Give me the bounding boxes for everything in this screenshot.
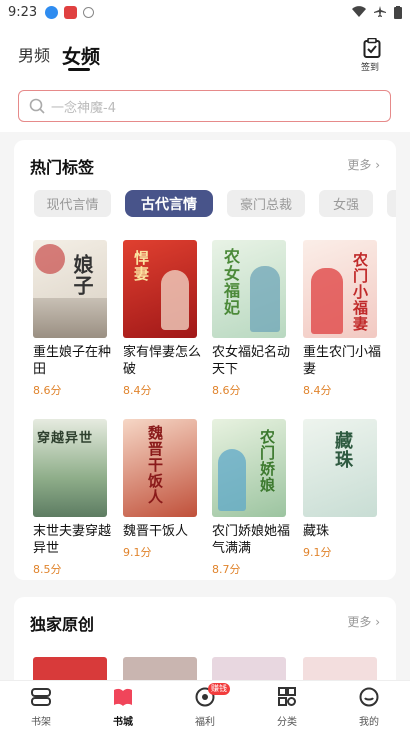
book-card[interactable]: 穿越异世 末世夫妻穿越异世 8.5分 — [33, 419, 113, 577]
search-placeholder: 一念神魔-4 — [51, 100, 116, 116]
book-title: 重生娘子在种田 — [33, 345, 112, 377]
app-notification-icon — [64, 5, 78, 19]
book-title: 末世夫妻穿越异世 — [33, 524, 112, 556]
book-cover: 悍妻 — [123, 240, 197, 338]
airplane-icon — [374, 6, 386, 17]
chip-partial[interactable] — [387, 190, 396, 217]
book-card[interactable]: 悍妻 家有悍妻怎么破 8.4分 — [123, 240, 203, 398]
wifi-icon — [352, 6, 366, 18]
chip-strong-female[interactable]: 女强 — [319, 190, 373, 217]
book-score: 8.4分 — [123, 384, 152, 397]
nav-bookstore[interactable]: 书城 — [82, 681, 164, 729]
tab-female[interactable]: 女频 — [62, 42, 100, 69]
tab-male[interactable]: 男频 — [18, 42, 50, 66]
bookshelf-icon — [31, 688, 51, 706]
book-cover: 藏珠 — [303, 419, 377, 517]
nav-bookshelf[interactable]: 书架 — [0, 681, 82, 729]
book-cover: 娘子 — [33, 240, 107, 338]
search-icon — [29, 98, 45, 114]
tab-active-indicator — [68, 68, 90, 71]
book-score: 9.1分 — [123, 546, 152, 559]
book-cover: 穿越异世 — [33, 419, 107, 517]
book-score: 9.1分 — [303, 546, 332, 559]
book-title: 魏晋干饭人 — [123, 524, 189, 539]
profile-icon — [359, 687, 379, 707]
battery-icon — [394, 5, 402, 19]
book-score: 8.5分 — [33, 563, 62, 576]
book-card[interactable]: 魏晋干饭人 魏晋干饭人 9.1分 — [123, 419, 203, 560]
nav-label: 福利 — [195, 717, 215, 728]
chip-modern-romance[interactable]: 现代言情 — [34, 190, 111, 217]
section-title: 独家原创 — [30, 615, 95, 634]
nav-label: 书城 — [113, 717, 133, 728]
search-area: 一念神魔-4 — [0, 84, 410, 132]
nav-profile[interactable]: 我的 — [328, 681, 410, 729]
book-card[interactable]: 农门小福妻 重生农门小福妻 8.4分 — [303, 240, 383, 398]
book-card[interactable]: 农女福妃 农女福妃名动天下 8.6分 — [212, 240, 292, 398]
checkin-button[interactable]: 签到 — [360, 38, 384, 73]
book-card[interactable]: 娘子 重生娘子在种田 8.6分 — [33, 240, 113, 398]
status-bar: 9:23 — [0, 0, 410, 24]
checkin-icon — [363, 38, 381, 58]
book-score: 8.4分 — [303, 384, 332, 397]
book-score: 8.7分 — [212, 563, 241, 576]
download-icon — [45, 5, 59, 19]
nav-label: 我的 — [359, 717, 379, 728]
section-title: 热门标签 — [30, 158, 95, 177]
checkin-label: 签到 — [360, 63, 379, 73]
more-link[interactable]: 更多 › — [347, 156, 380, 173]
earn-badge: 赚钱 — [208, 683, 230, 695]
book-score: 8.6分 — [33, 384, 62, 397]
book-title: 藏珠 — [303, 524, 330, 539]
bookstore-icon — [114, 688, 132, 706]
book-cover: 魏晋干饭人 — [123, 419, 197, 517]
chip-ceo[interactable]: 豪门总裁 — [227, 190, 305, 217]
category-icon — [278, 687, 296, 706]
hot-tags-section: 热门标签 更多 › 现代言情 古代言情 豪门总裁 女强 娘子 重生娘子在种田 8… — [14, 140, 396, 580]
book-title: 农门娇娘她福气满满 — [212, 524, 291, 556]
book-cover: 农门娇娘 — [212, 419, 286, 517]
status-time: 9:23 — [8, 4, 38, 20]
nav-welfare[interactable]: 赚钱 福利 — [164, 681, 246, 729]
book-cover: 农门小福妻 — [303, 240, 377, 338]
search-input[interactable]: 一念神魔-4 — [18, 90, 391, 122]
book-cover: 农女福妃 — [212, 240, 286, 338]
book-score: 8.6分 — [212, 384, 241, 397]
book-card[interactable]: 藏珠 藏珠 9.1分 — [303, 419, 383, 560]
nav-category[interactable]: 分类 — [246, 681, 328, 729]
book-card[interactable]: 农门娇娘 农门娇娘她福气满满 8.7分 — [212, 419, 292, 577]
tag-chips: 现代言情 古代言情 豪门总裁 女强 — [34, 190, 396, 217]
info-icon — [83, 6, 95, 18]
book-title: 重生农门小福妻 — [303, 345, 382, 377]
chip-ancient-romance[interactable]: 古代言情 — [125, 190, 213, 217]
nav-label: 书架 — [31, 717, 51, 728]
more-link[interactable]: 更多 › — [347, 613, 380, 630]
top-header: 男频 女频 签到 — [0, 24, 410, 84]
bottom-nav: 书架 书城 赚钱 福利 分类 我的 — [0, 680, 410, 729]
book-title: 家有悍妻怎么破 — [123, 345, 202, 377]
nav-label: 分类 — [277, 717, 297, 728]
book-title: 农女福妃名动天下 — [212, 345, 291, 377]
